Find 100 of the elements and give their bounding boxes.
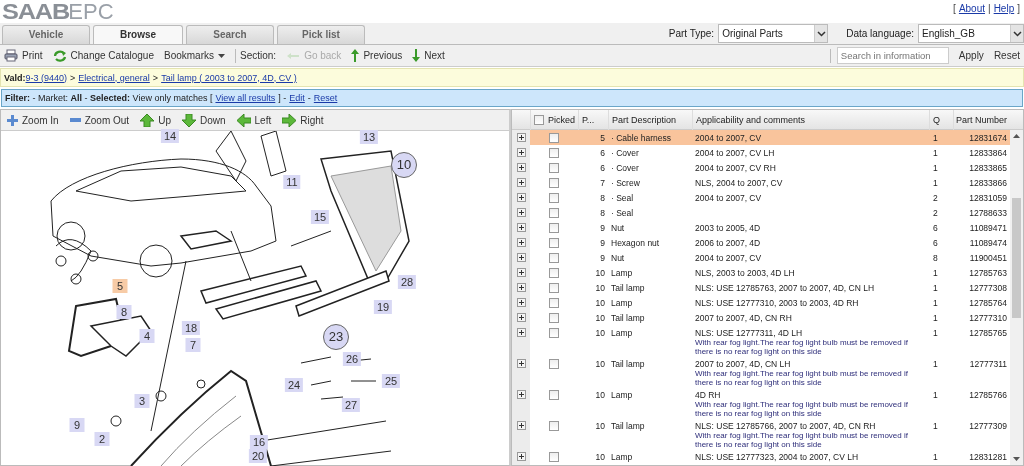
expand-icon[interactable] <box>516 193 526 202</box>
callout-label[interactable]: 24 <box>284 378 304 392</box>
scroll-up-icon[interactable] <box>1013 134 1020 138</box>
checkbox[interactable] <box>549 148 559 158</box>
callout-label[interactable]: 28 <box>397 275 417 289</box>
checkbox[interactable] <box>549 452 559 462</box>
section-label: Section: <box>240 50 277 61</box>
breadcrumb-link[interactable]: 9-3 (9440) <box>25 72 68 83</box>
table-cell-text: 6 <box>599 147 606 159</box>
callout-label[interactable]: 27 <box>341 398 361 412</box>
checkbox[interactable] <box>549 253 559 263</box>
checkbox[interactable] <box>549 298 559 308</box>
breadcrumb-link[interactable]: Tail lamp ( 2003 to 2007, 4D, CV ) <box>161 72 297 83</box>
table-cell-text: 2004 to 2007, CV <box>695 192 763 204</box>
expand-icon[interactable] <box>516 163 526 172</box>
checkbox[interactable] <box>549 390 559 400</box>
callout-label[interactable]: 23 <box>323 324 349 350</box>
diagram-tool-button[interactable]: Left <box>236 113 272 127</box>
toolbar-button[interactable]: Bookmarks <box>163 50 225 61</box>
header-link[interactable]: Help <box>993 3 1015 14</box>
callout-label[interactable]: 16 <box>249 435 269 449</box>
expand-icon[interactable] <box>516 390 526 399</box>
checkbox[interactable] <box>534 115 544 125</box>
expand-icon[interactable] <box>516 359 526 368</box>
selected-row[interactable]: 5 · Cable harness 2004 to 2007, CV 1 12831674 <box>512 130 1010 145</box>
callout-label[interactable]: 26 <box>342 352 362 366</box>
checkbox[interactable] <box>549 238 559 248</box>
expand-icon[interactable] <box>516 298 526 307</box>
callout-label[interactable]: 2 <box>94 432 110 446</box>
checkbox[interactable] <box>549 359 559 369</box>
checkbox[interactable] <box>549 283 559 293</box>
table-cell-text: · Screw <box>610 177 641 189</box>
tab[interactable]: Search <box>186 25 274 44</box>
data-language-dropdown[interactable]: English_GB <box>918 24 1024 43</box>
diagram-tool-button[interactable]: Zoom In <box>7 114 59 126</box>
reset-button[interactable]: Reset <box>993 50 1020 61</box>
scrollbar[interactable] <box>1010 130 1023 465</box>
expand-icon[interactable] <box>516 208 526 217</box>
checkbox[interactable] <box>549 223 559 233</box>
callout-label[interactable]: 18 <box>181 321 201 335</box>
diagram-tool-button[interactable]: Down <box>181 113 226 127</box>
callout-label[interactable]: 13 <box>359 130 379 144</box>
checkbox[interactable] <box>549 193 559 203</box>
callout-label[interactable]: 25 <box>381 374 401 388</box>
checkbox[interactable] <box>549 178 559 188</box>
expand-icon[interactable] <box>516 283 526 292</box>
callout-label[interactable]: 20 <box>248 449 268 463</box>
scroll-down-icon[interactable] <box>1013 457 1020 461</box>
filter-link[interactable]: Edit <box>289 93 305 103</box>
checkbox[interactable] <box>549 208 559 218</box>
callout-label[interactable]: 7 <box>185 338 201 352</box>
tab[interactable]: Browse <box>93 25 183 44</box>
checkbox[interactable] <box>549 328 559 338</box>
breadcrumb-link[interactable]: Electrical, general <box>78 72 150 83</box>
callout-label[interactable]: 19 <box>373 300 393 314</box>
diagram-tool-button[interactable]: Up <box>140 113 171 127</box>
callout-label[interactable]: 14 <box>160 129 180 143</box>
filter-link[interactable]: Reset <box>313 93 338 103</box>
callout-label[interactable]: 11 <box>283 175 301 189</box>
part-type-dropdown[interactable]: Original Parts <box>718 24 829 43</box>
filter-text: - <box>307 93 311 103</box>
toolbar-button[interactable]: Change Catalogue <box>52 49 154 62</box>
apply-button[interactable]: Apply <box>958 50 984 61</box>
filter-link[interactable]: View all results <box>215 93 276 103</box>
callout-label[interactable]: 4 <box>139 329 155 343</box>
table-cell-text: 1 <box>932 132 939 144</box>
tab[interactable]: Vehicle <box>2 25 90 44</box>
diagram-tool-button[interactable]: Right <box>282 113 324 127</box>
checkbox[interactable] <box>549 133 559 143</box>
checkbox[interactable] <box>549 163 559 173</box>
toolbar-button[interactable]: Previous <box>351 49 403 62</box>
expand-icon[interactable] <box>516 313 526 322</box>
toolbar-button[interactable]: Print <box>4 49 43 62</box>
tab[interactable]: Pick list <box>277 25 365 44</box>
search-field[interactable]: Search in information <box>836 47 949 64</box>
checkbox[interactable] <box>549 268 559 278</box>
expand-icon[interactable] <box>516 148 526 157</box>
checkbox[interactable] <box>549 421 559 431</box>
diagram-tool-button[interactable]: Zoom Out <box>69 114 130 126</box>
callout-label[interactable]: 15 <box>310 210 330 224</box>
expand-icon[interactable] <box>516 238 526 247</box>
callout-label[interactable]: 10 <box>391 152 417 178</box>
expand-icon[interactable] <box>516 452 526 461</box>
checkbox[interactable] <box>549 313 559 323</box>
callout-label[interactable]: 5 <box>112 279 128 293</box>
expand-icon[interactable] <box>516 328 526 337</box>
expand-icon[interactable] <box>516 223 526 232</box>
table-cell-text: 10 <box>594 312 606 324</box>
table-cell-text: 9 <box>599 222 606 234</box>
callout-label[interactable]: 9 <box>69 418 85 432</box>
separator-text: | <box>988 3 991 14</box>
callout-label[interactable]: 3 <box>134 394 150 408</box>
header-link[interactable]: About <box>958 3 986 14</box>
toolbar-button[interactable]: Next <box>412 49 445 62</box>
expand-icon[interactable] <box>516 268 526 277</box>
expand-icon[interactable] <box>516 253 526 262</box>
expand-icon[interactable] <box>516 178 526 187</box>
callout-label[interactable]: 8 <box>116 305 132 319</box>
expand-icon[interactable] <box>516 421 526 430</box>
expand-icon[interactable] <box>516 133 526 142</box>
